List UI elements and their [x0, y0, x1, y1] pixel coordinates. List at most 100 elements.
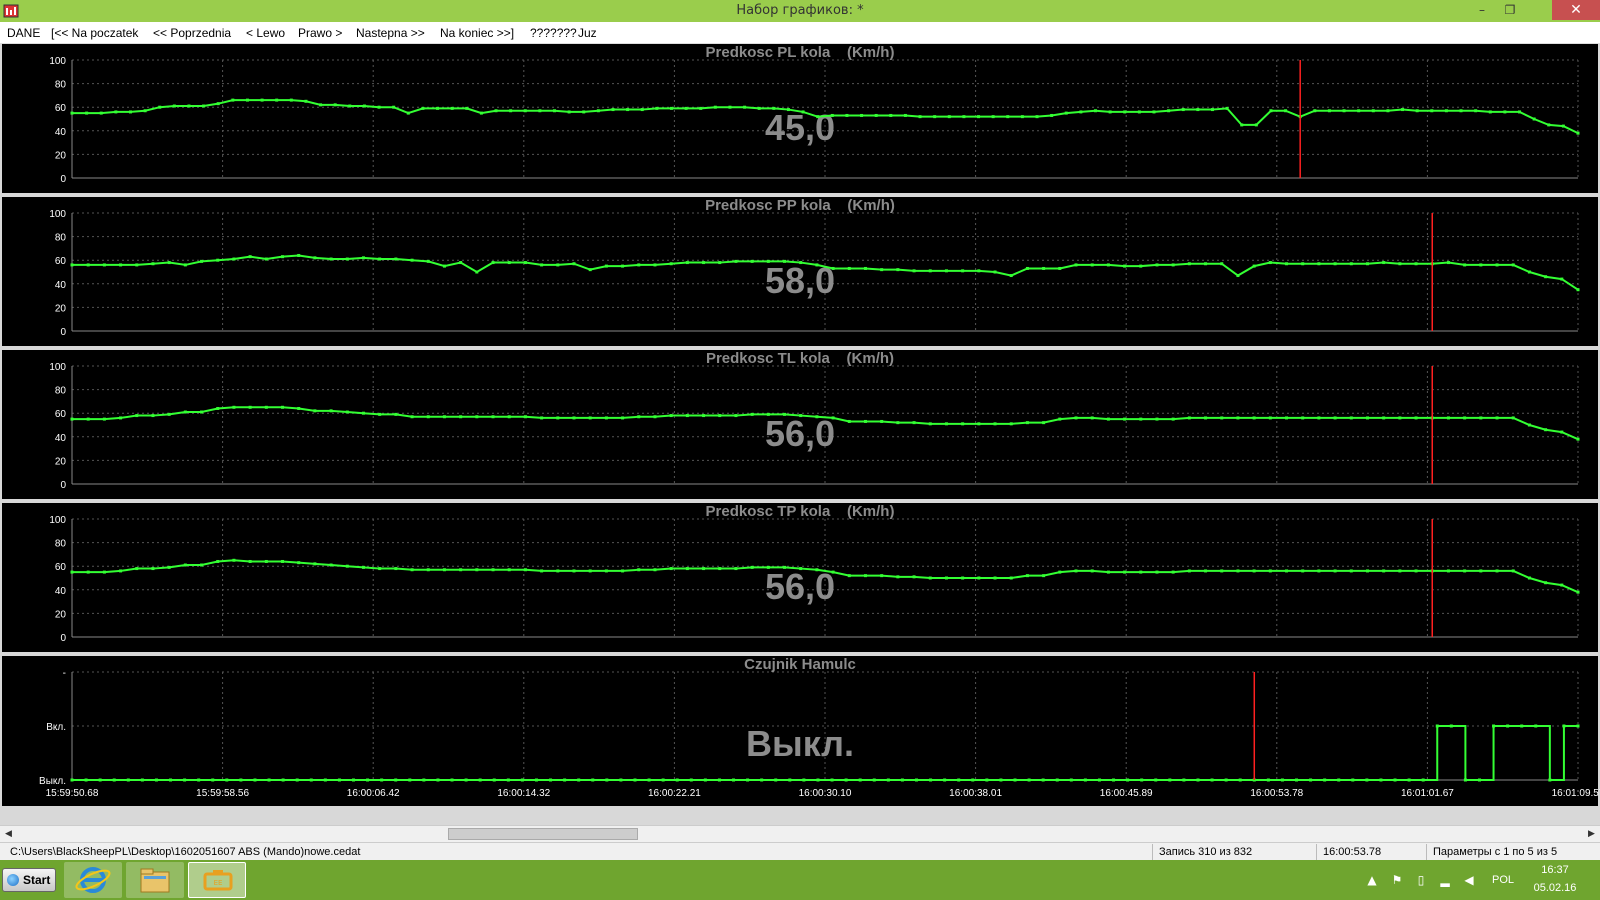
data-point — [1446, 261, 1450, 265]
data-point — [523, 568, 527, 572]
menu-previous-page[interactable]: << Poprzednia — [153, 26, 231, 40]
taskbar-file-explorer[interactable] — [126, 862, 184, 898]
data-point — [1025, 266, 1029, 270]
data-point — [248, 255, 252, 259]
data-point — [799, 414, 803, 418]
horizontal-scrollbar[interactable]: ◀ ▶ — [0, 825, 1600, 842]
taskbar-internet-explorer[interactable] — [64, 862, 122, 898]
data-point — [1155, 263, 1159, 267]
data-point — [442, 264, 446, 268]
menu-next-page[interactable]: Nastepna >> — [356, 26, 425, 40]
data-point — [225, 778, 229, 782]
data-point — [1560, 277, 1564, 281]
data-point — [702, 414, 706, 418]
data-point — [1171, 263, 1175, 267]
menu-left[interactable]: < Lewo — [246, 26, 285, 40]
data-point — [1576, 288, 1580, 292]
charts-area: 0 20 40 60 80 100 Predkosc PL kola (Km/h) 45,0 0… — [0, 44, 1600, 825]
data-point — [507, 568, 511, 572]
data-point — [596, 109, 600, 113]
taskbar-diagnostic-app[interactable]: EE — [188, 862, 246, 898]
data-point — [588, 416, 592, 420]
data-point — [1463, 569, 1467, 573]
svg-text:EE: EE — [214, 879, 223, 887]
data-point — [1398, 416, 1402, 420]
data-point — [86, 570, 90, 574]
x-tick-label: 16:00:38.01 — [949, 788, 1002, 799]
data-point — [507, 261, 511, 265]
data-point — [896, 421, 900, 425]
scroll-left-arrow-icon[interactable]: ◀ — [0, 826, 17, 842]
data-point — [1093, 109, 1097, 113]
menu-right[interactable]: Prawo > — [298, 26, 342, 40]
data-point — [718, 261, 722, 265]
menu-unknown[interactable]: ??????? — [530, 26, 577, 40]
scroll-thumb[interactable] — [448, 828, 638, 840]
data-point — [1181, 108, 1185, 112]
y-tick-label: 60 — [55, 103, 67, 114]
data-point — [1479, 569, 1483, 573]
data-point — [410, 258, 414, 262]
menu-juz[interactable]: Juz — [578, 26, 597, 40]
data-point — [1152, 110, 1156, 114]
data-point — [1058, 266, 1062, 270]
data-point — [1449, 724, 1453, 728]
data-point — [637, 263, 641, 267]
data-point — [1398, 262, 1402, 266]
data-point — [216, 102, 220, 106]
data-point — [361, 565, 365, 569]
minimize-button[interactable]: – — [1468, 0, 1496, 20]
data-point — [540, 263, 544, 267]
data-point — [743, 105, 747, 109]
data-point — [151, 262, 155, 266]
data-point — [102, 263, 106, 267]
data-point — [345, 410, 349, 414]
data-point — [621, 264, 625, 268]
action-center-flag-icon[interactable]: ⚑ — [1390, 873, 1404, 887]
charts-canvas[interactable]: 020406080100Predkosc PL kola (Km/h)45,00… — [0, 44, 1600, 825]
data-point — [337, 778, 341, 782]
data-point — [1069, 778, 1073, 782]
data-point — [491, 568, 495, 572]
data-point — [1285, 262, 1289, 266]
power-icon[interactable]: ▯ — [1414, 873, 1428, 887]
data-point — [248, 405, 252, 409]
clock-time[interactable]: 16:37 — [1525, 864, 1585, 876]
volume-icon[interactable]: ◀ — [1462, 873, 1476, 887]
menu-dane[interactable]: DANE — [7, 26, 40, 40]
data-point — [718, 567, 722, 571]
data-point — [1285, 569, 1289, 573]
data-point — [577, 778, 581, 782]
data-point — [1544, 275, 1548, 279]
data-point — [750, 412, 754, 416]
data-point — [459, 261, 463, 265]
data-point — [1393, 778, 1397, 782]
data-point — [900, 778, 904, 782]
data-point — [1382, 569, 1386, 573]
menu-last-page[interactable]: Na koniec >>] — [440, 26, 514, 40]
data-point — [1074, 416, 1078, 420]
close-button[interactable]: ✕ — [1552, 0, 1600, 20]
data-point — [264, 559, 268, 563]
data-point — [135, 263, 139, 267]
menu-first-page[interactable]: [<< Na poczatek — [51, 26, 138, 40]
data-point — [766, 565, 770, 569]
data-point — [1317, 262, 1321, 266]
data-point — [918, 115, 922, 119]
network-signal-icon[interactable]: ▂ — [1438, 873, 1452, 887]
data-point — [549, 778, 553, 782]
data-point — [126, 778, 130, 782]
data-point — [216, 559, 220, 563]
show-hidden-icons-icon[interactable]: ▲ — [1365, 873, 1379, 887]
language-indicator[interactable]: POL — [1492, 874, 1514, 886]
data-point — [1083, 778, 1087, 782]
start-button[interactable]: Start — [2, 868, 56, 892]
clock-date[interactable]: 05.02.16 — [1525, 882, 1585, 894]
scroll-right-arrow-icon[interactable]: ▶ — [1583, 826, 1600, 842]
restore-button[interactable]: ❐ — [1496, 0, 1524, 20]
y-tick-label: 40 — [55, 127, 67, 138]
data-point — [119, 263, 123, 267]
data-point — [604, 416, 608, 420]
data-point — [1108, 110, 1112, 114]
data-point — [1317, 416, 1321, 420]
